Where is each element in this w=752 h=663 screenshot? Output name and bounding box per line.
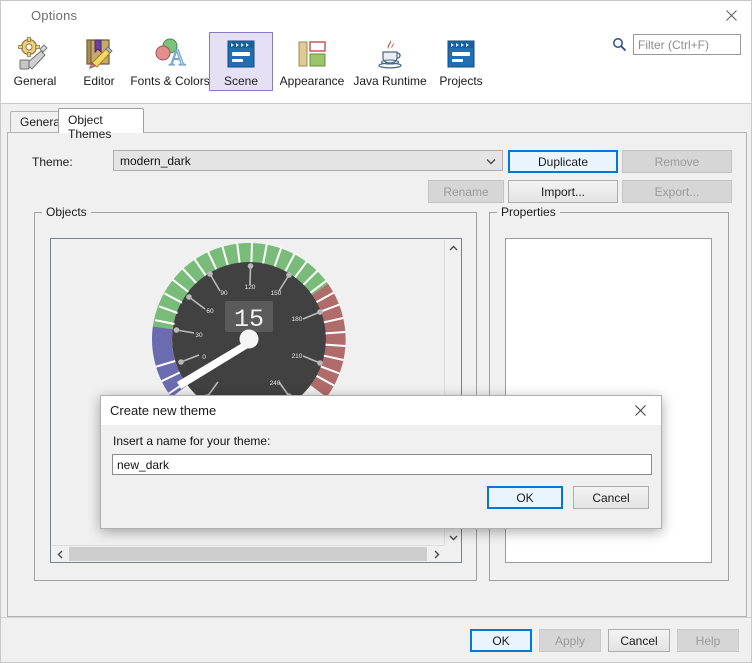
scene-window-icon [223, 36, 259, 72]
gauge-hub [239, 329, 259, 349]
chevron-down-icon [485, 155, 497, 167]
category-label: Scene [223, 74, 259, 88]
gauge-tick-0: 0 [202, 354, 206, 361]
filter-area [612, 34, 741, 55]
category-projects[interactable]: Projects [429, 32, 493, 91]
category-label: Java Runtime [353, 74, 427, 88]
close-icon[interactable] [619, 396, 661, 425]
gauge-tick-30: 30 [195, 332, 203, 339]
cancel-button[interactable]: Cancel [608, 629, 670, 652]
font-palette-icon: A [152, 36, 188, 72]
search-icon[interactable] [612, 37, 627, 52]
objects-horizontal-scroll-thumb[interactable] [69, 547, 427, 561]
category-general[interactable]: General [3, 32, 67, 91]
svg-text:A: A [169, 45, 186, 70]
close-icon[interactable] [709, 1, 751, 30]
tab-object-themes[interactable]: Object Themes [58, 108, 144, 141]
book-pencil-icon [81, 36, 117, 72]
dialog-titlebar: Create new theme [101, 396, 661, 425]
category-label: General [13, 74, 57, 88]
chevron-up-icon[interactable] [445, 240, 461, 256]
gauge-tick-210: 210 [292, 353, 303, 360]
appearance-icon [294, 36, 330, 72]
tab-general[interactable]: General [10, 111, 64, 133]
filter-input[interactable] [633, 34, 741, 55]
objects-horizontal-scrollbar[interactable] [52, 545, 444, 562]
gauge-tick-150: 150 [271, 290, 282, 297]
category-list: General Editor A Fonts & Colors Scene Ap… [3, 32, 493, 91]
apply-button[interactable]: Apply [539, 629, 601, 652]
chevron-left-icon[interactable] [52, 546, 68, 562]
theme-name-input[interactable] [112, 454, 652, 475]
duplicate-button[interactable]: Duplicate [508, 150, 618, 173]
window-titlebar: Options [1, 1, 751, 30]
window-title: Options [31, 8, 78, 23]
gauge-tick-90: 90 [220, 290, 228, 297]
category-label: Fonts & Colors [130, 74, 210, 88]
rename-button[interactable]: Rename [428, 180, 504, 203]
export-button[interactable]: Export... [622, 180, 732, 203]
dialog-title: Create new theme [110, 403, 217, 418]
dialog-prompt-label: Insert a name for your theme: [113, 434, 271, 448]
chevron-right-icon[interactable] [428, 546, 444, 562]
category-toolbar: General Editor A Fonts & Colors Scene Ap… [1, 30, 751, 104]
close-glyph [634, 405, 646, 416]
theme-combobox-value: modern_dark [120, 153, 191, 168]
category-label: Projects [439, 74, 483, 88]
category-label: Editor [83, 74, 115, 88]
gauge-tick-60: 60 [206, 308, 214, 315]
gauge-tick-240: 240 [270, 380, 281, 387]
options-window: Options General Editor A Fonts & Colors … [0, 0, 752, 663]
category-java-runtime[interactable]: Java Runtime [351, 32, 429, 91]
properties-group-title: Properties [497, 205, 560, 219]
category-editor[interactable]: Editor [67, 32, 131, 91]
import-button[interactable]: Import... [508, 180, 618, 203]
dialog-ok-button[interactable]: OK [487, 486, 563, 509]
category-label: Appearance [279, 74, 345, 88]
gauge-tick-180: 180 [292, 316, 303, 323]
category-fonts-colors[interactable]: A Fonts & Colors [130, 32, 210, 91]
help-button[interactable]: Help [677, 629, 739, 652]
objects-group-title: Objects [42, 205, 91, 219]
dialog-cancel-button[interactable]: Cancel [573, 486, 649, 509]
gauge-tick-120: 120 [245, 284, 256, 291]
tab-strip: General Object Themes [1, 105, 751, 141]
theme-combobox[interactable]: modern_dark [113, 150, 503, 171]
object-themes-panel: Theme: modern_dark Duplicate Remove Rena… [7, 132, 747, 617]
java-cup-icon [372, 36, 408, 72]
gear-wrench-icon [17, 36, 53, 72]
category-appearance[interactable]: Appearance [273, 32, 351, 91]
remove-button[interactable]: Remove [622, 150, 732, 173]
chevron-down-icon[interactable] [445, 529, 461, 545]
projects-icon [443, 36, 479, 72]
ok-button[interactable]: OK [470, 629, 532, 652]
category-scene[interactable]: Scene [209, 32, 273, 91]
close-glyph [725, 10, 737, 21]
dialog-button-bar: OK Apply Cancel Help [1, 617, 751, 662]
theme-label: Theme: [32, 155, 73, 169]
create-new-theme-dialog: Create new theme Insert a name for your … [100, 395, 662, 529]
